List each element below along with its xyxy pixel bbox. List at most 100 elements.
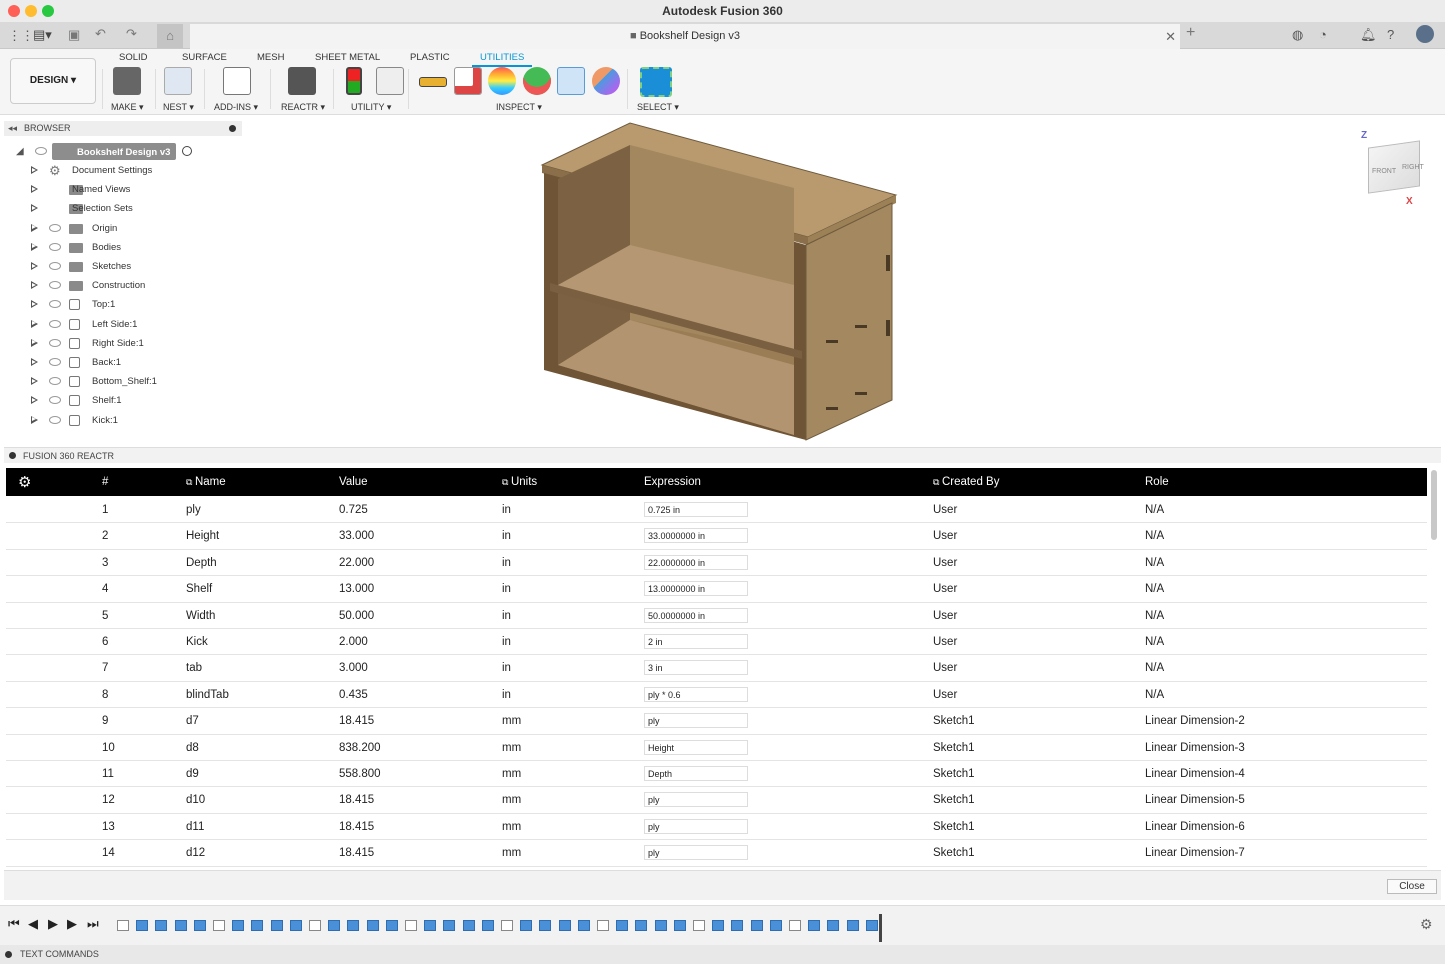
timeline-feature-icon[interactable] xyxy=(731,920,744,931)
avatar[interactable] xyxy=(1416,25,1434,43)
column-expression[interactable]: Expression xyxy=(644,476,701,488)
browser-item[interactable]: Right Side:1 xyxy=(0,334,240,353)
expression-input[interactable]: 22.0000000 in xyxy=(644,554,748,570)
expression-input[interactable]: Depth xyxy=(644,766,748,781)
home-icon[interactable]: ⌂ xyxy=(157,24,183,48)
timeline-feature-icon[interactable] xyxy=(808,920,821,931)
column-created-by[interactable]: ⧉ Created By xyxy=(933,476,999,488)
visibility-icon[interactable] xyxy=(49,262,61,270)
timeline-feature-icon[interactable] xyxy=(577,920,590,931)
visibility-icon[interactable] xyxy=(49,358,61,366)
close-tab-icon[interactable]: ✕ xyxy=(1165,24,1176,49)
timeline-feature-icon[interactable] xyxy=(520,920,533,931)
timeline-feature-icon[interactable] xyxy=(693,920,705,931)
browser-item[interactable]: Shelf:1 xyxy=(0,391,240,410)
undo-icon[interactable]: ↶ xyxy=(95,26,106,42)
expression-input[interactable]: Height xyxy=(644,739,748,755)
column-number[interactable]: # xyxy=(102,476,108,488)
timeline-feature-icon[interactable] xyxy=(558,920,571,931)
browser-item[interactable]: Back:1 xyxy=(0,353,240,372)
timeline-feature-icon[interactable] xyxy=(673,920,686,931)
browser-item[interactable]: Sketches xyxy=(0,257,240,276)
timeline-feature-icon[interactable] xyxy=(328,920,341,931)
browser-item[interactable]: Selection Sets xyxy=(0,199,240,218)
table-scrollbar[interactable] xyxy=(1431,470,1437,540)
table-utility-icon[interactable] xyxy=(376,67,404,95)
table-row[interactable]: 14 d12 18.415 mm ply Sketch1 Linear Dimension-… xyxy=(6,840,1427,867)
timeline-feature-icon[interactable] xyxy=(769,920,782,931)
expand-icon[interactable] xyxy=(31,185,38,194)
tab-solid[interactable]: SOLID xyxy=(119,52,148,63)
timeline-feature-icon[interactable] xyxy=(750,920,763,931)
expand-icon[interactable] xyxy=(31,377,38,386)
timeline-feature-icon[interactable] xyxy=(501,920,513,931)
expand-icon[interactable] xyxy=(31,166,38,174)
expand-icon[interactable] xyxy=(31,242,38,251)
step-forward-icon[interactable]: ▶ xyxy=(67,916,77,932)
timeline-feature-icon[interactable] xyxy=(405,920,417,931)
browser-item[interactable]: Origin xyxy=(0,219,240,238)
visibility-icon[interactable] xyxy=(49,377,61,386)
play-icon[interactable]: ▶ xyxy=(48,916,58,932)
column-name[interactable]: ⧉ Name xyxy=(186,476,226,488)
inspect-menu[interactable]: INSPECT ▾ xyxy=(496,102,542,113)
sync-icon[interactable]: ◍ xyxy=(1292,27,1303,43)
expression-input[interactable]: ply xyxy=(644,792,748,808)
expand-icon[interactable] xyxy=(31,415,38,424)
expand-icon[interactable] xyxy=(31,319,38,328)
close-window-button[interactable] xyxy=(8,5,20,17)
go-to-start-icon[interactable]: ⏮ xyxy=(8,916,20,932)
expanded-icon[interactable]: ◢ xyxy=(16,142,24,161)
table-row[interactable]: 9 d7 18.415 mm ply Sketch1 Linear Dimension-2 xyxy=(6,708,1427,735)
visibility-icon[interactable] xyxy=(49,338,61,347)
browser-item[interactable]: Kick:1 xyxy=(0,411,240,430)
step-back-icon[interactable]: ◀ xyxy=(28,916,38,932)
browser-item[interactable]: ⚙ Document Settings xyxy=(0,161,240,180)
expression-input[interactable]: 50.0000000 in xyxy=(644,607,748,623)
timeline-feature-icon[interactable] xyxy=(827,920,840,931)
expression-input[interactable]: ply xyxy=(644,845,748,861)
select-menu[interactable]: SELECT ▾ xyxy=(637,102,679,113)
timeline-feature-icon[interactable] xyxy=(462,920,475,931)
table-row[interactable]: 6 Kick 2.000 in 2 in User N/A xyxy=(6,629,1427,656)
expression-input[interactable]: 2 in xyxy=(644,634,748,649)
expand-icon[interactable] xyxy=(31,358,38,366)
expression-input[interactable]: 33.0000000 in xyxy=(644,528,748,544)
browser-item[interactable]: Left Side:1 xyxy=(0,315,240,334)
timeline-feature-icon[interactable] xyxy=(309,920,321,931)
visibility-icon[interactable] xyxy=(49,415,61,424)
timeline-feature-icon[interactable] xyxy=(213,920,225,931)
tab-utilities[interactable]: UTILITIES xyxy=(472,52,533,67)
utility-menu[interactable]: UTILITY ▾ xyxy=(351,102,391,113)
column-role[interactable]: Role xyxy=(1145,476,1169,488)
expand-text-commands-icon[interactable] xyxy=(5,951,12,958)
browser-item[interactable]: Top:1 xyxy=(0,295,240,314)
browser-item[interactable]: Bodies xyxy=(0,238,240,257)
view-cube-right[interactable]: RIGHT xyxy=(1402,164,1424,171)
job-status-icon[interactable]: ◔ xyxy=(1319,27,1327,42)
visibility-icon[interactable] xyxy=(49,300,61,309)
expand-icon[interactable] xyxy=(31,300,38,309)
expression-input[interactable]: 0.725 in xyxy=(644,502,748,517)
browser-item[interactable]: Construction xyxy=(0,276,240,295)
timeline-feature-icon[interactable] xyxy=(136,920,149,931)
minimize-window-button[interactable] xyxy=(25,5,37,17)
timeline-feature-icon[interactable] xyxy=(616,920,629,931)
settings-gear-icon[interactable]: ⚙ xyxy=(18,473,31,491)
timeline-feature-icon[interactable] xyxy=(347,920,360,931)
tab-surface[interactable]: SURFACE xyxy=(182,52,227,63)
help-icon[interactable]: ? xyxy=(1387,27,1394,42)
nest-icon[interactable] xyxy=(164,67,192,95)
text-commands-bar[interactable]: TEXT COMMANDS xyxy=(0,945,1445,964)
table-row[interactable]: 8 blindTab 0.435 in ply * 0.6 User N/A xyxy=(6,681,1427,709)
collapse-browser-icon[interactable]: ◂◂ xyxy=(8,121,17,136)
expand-icon[interactable] xyxy=(31,396,38,405)
workspace-switcher[interactable]: DESIGN ▾ xyxy=(10,58,96,104)
expand-icon[interactable] xyxy=(31,338,38,347)
document-tab[interactable]: ■ Bookshelf Design v3 ✕ xyxy=(190,24,1180,49)
expand-icon[interactable] xyxy=(31,281,38,290)
timeline-feature-icon[interactable] xyxy=(424,920,437,931)
tab-mesh[interactable]: MESH xyxy=(257,52,284,63)
table-row[interactable]: 3 Depth 22.000 in 22.0000000 in User N/A xyxy=(6,549,1427,577)
table-row[interactable]: 1 ply 0.725 in 0.725 in User N/A xyxy=(6,497,1427,524)
